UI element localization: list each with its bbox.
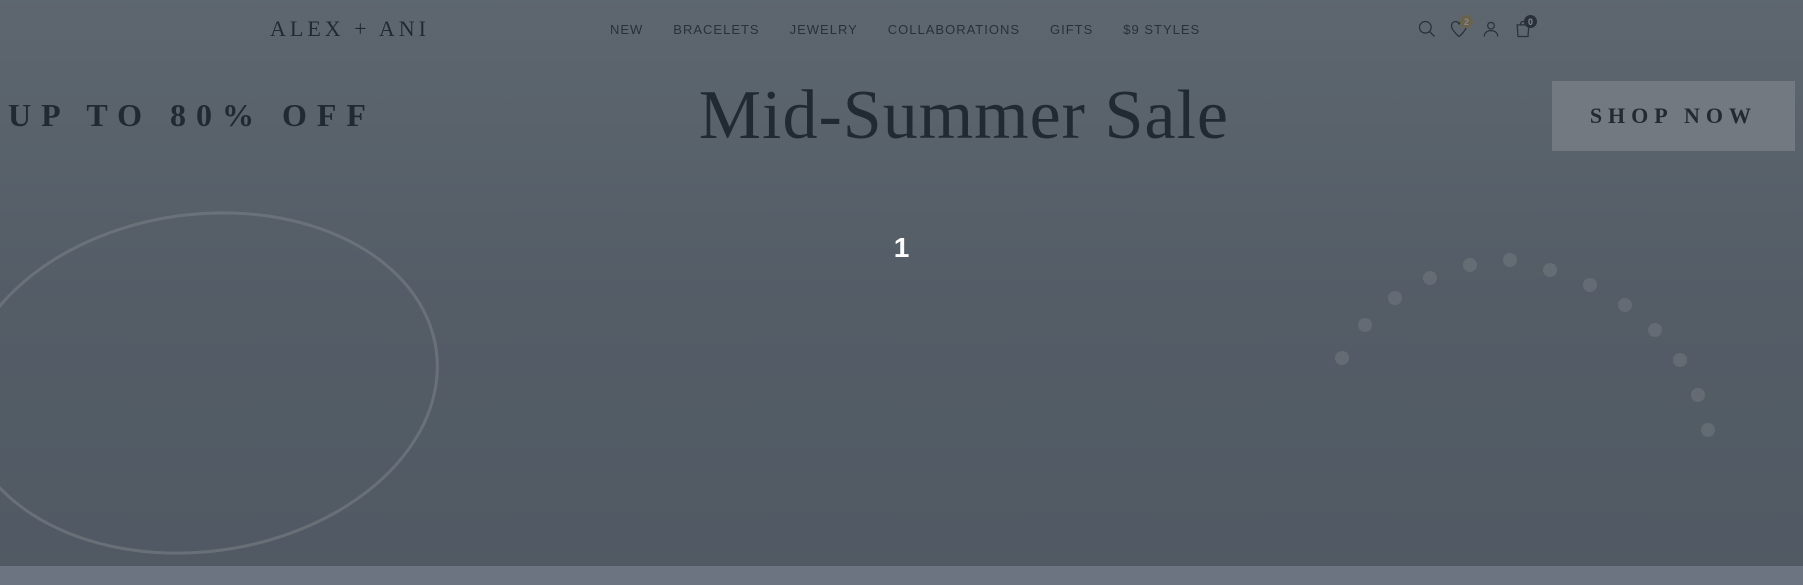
slide-indicator: 1 [894,232,910,264]
modal-overlay[interactable]: 1 [0,0,1803,566]
